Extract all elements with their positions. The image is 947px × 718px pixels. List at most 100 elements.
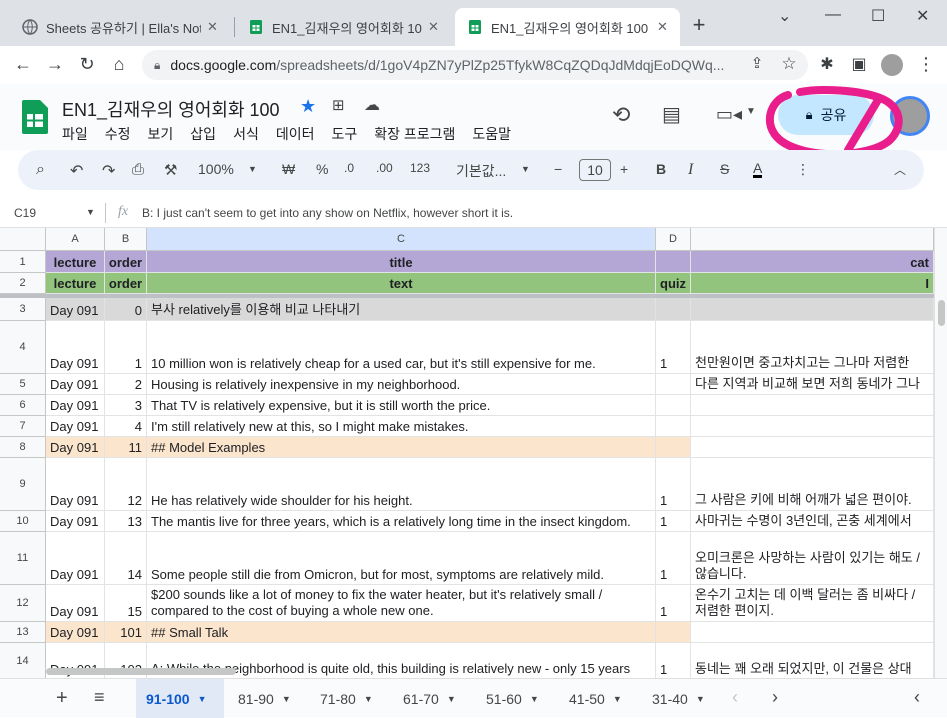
cell[interactable] <box>656 251 691 273</box>
text-color-button[interactable]: A <box>753 161 763 178</box>
cell-c[interactable]: The mantis live for three years, which i… <box>147 511 656 532</box>
scroll-tabs-left-icon[interactable]: ‹ <box>732 687 738 708</box>
maximize-icon[interactable]: ☐ <box>871 6 885 26</box>
italic-button[interactable]: I <box>688 161 693 179</box>
chevron-down-icon[interactable]: ▼ <box>248 164 257 174</box>
cell-reference[interactable]: C19 <box>14 206 36 220</box>
cell-c[interactable]: ## Model Examples <box>147 437 656 458</box>
scroll-tabs-right-icon[interactable]: › <box>772 687 778 708</box>
more-options-icon[interactable]: ⋮ <box>796 161 810 178</box>
bookmark-star-icon[interactable]: ☆ <box>778 54 800 74</box>
cell-c[interactable]: 10 million won is relatively cheap for a… <box>147 321 656 374</box>
profile-avatar-icon[interactable] <box>881 54 903 76</box>
cell-e[interactable] <box>691 395 934 416</box>
row-header[interactable]: 14 <box>0 643 46 678</box>
cell-c[interactable]: Housing is relatively inexpensive in my … <box>147 374 656 395</box>
cell[interactable]: order <box>105 273 147 294</box>
cell[interactable]: cat <box>691 251 934 273</box>
cell-d[interactable]: 1 <box>656 532 691 585</box>
sheets-logo-icon[interactable] <box>22 100 48 134</box>
menu-help[interactable]: 도움말 <box>472 124 511 144</box>
bold-button[interactable]: B <box>656 161 666 177</box>
cell-c[interactable]: He has relatively wide shoulder for his … <box>147 458 656 511</box>
currency-format-button[interactable]: ₩ <box>282 161 295 177</box>
cell-c[interactable]: ## Small Talk <box>147 622 656 643</box>
cell-d[interactable]: 1 <box>656 458 691 511</box>
cell-e[interactable] <box>691 298 934 321</box>
cell-e[interactable]: 오미크론은 사망하는 사람이 있기는 해도 / 않습니다. <box>691 532 934 585</box>
cell-d[interactable] <box>656 395 691 416</box>
browser-tab[interactable]: EN1_김재우의 영어회화 100 ✕ <box>236 8 454 46</box>
cell-e[interactable]: 그 사람은 키에 비해 어깨가 넓은 편이야. <box>691 458 934 511</box>
cell-a[interactable]: Day 091 <box>46 374 105 395</box>
vertical-scrollbar[interactable] <box>934 228 947 678</box>
cell-d[interactable]: 1 <box>656 511 691 532</box>
add-sheet-icon[interactable]: + <box>56 687 68 710</box>
document-title[interactable]: EN1_김재우의 영어회화 100 <box>62 96 280 122</box>
cell[interactable]: lecture <box>46 251 105 273</box>
cell-a[interactable]: Day 091 <box>46 458 105 511</box>
chevron-down-icon[interactable]: ▼ <box>530 694 539 704</box>
cell-b[interactable]: 0 <box>105 298 147 321</box>
cell-d[interactable]: 1 <box>656 643 691 678</box>
column-header-e[interactable] <box>691 228 934 251</box>
cell-e[interactable]: 사마귀는 수명이 3년인데, 곤충 세계에서 <box>691 511 934 532</box>
cloud-icon[interactable]: ☁ <box>364 95 380 115</box>
sheet-tab[interactable]: 81-90 ▼ <box>238 679 291 718</box>
cell-c[interactable]: 부사 relatively를 이용해 비교 나타내기 <box>147 298 656 321</box>
cell-c[interactable]: I'm still relatively new at this, so I m… <box>147 416 656 437</box>
video-icon[interactable]: ▭◂ <box>716 104 742 125</box>
cell-a[interactable]: Day 091 <box>46 532 105 585</box>
forward-icon[interactable]: → <box>44 54 66 75</box>
cell-a[interactable]: Day 091 <box>46 416 105 437</box>
cell-b[interactable]: 15 <box>105 585 147 622</box>
menu-data[interactable]: 데이터 <box>276 124 315 144</box>
column-header-d[interactable]: D <box>656 228 691 251</box>
cell-b[interactable]: 3 <box>105 395 147 416</box>
cell-d[interactable]: 1 <box>656 585 691 622</box>
column-header-c[interactable]: C <box>147 228 656 251</box>
cell[interactable]: order <box>105 251 147 273</box>
row-header[interactable]: 6 <box>0 395 46 416</box>
percent-format-button[interactable]: % <box>316 161 328 177</box>
cell-d[interactable] <box>656 622 691 643</box>
horizontal-scrollbar-thumb[interactable] <box>46 668 236 675</box>
close-window-icon[interactable]: ✕ <box>916 6 929 26</box>
cell-e[interactable] <box>691 437 934 458</box>
chevron-down-icon[interactable]: ▼ <box>521 164 530 174</box>
number-format-button[interactable]: 123 <box>410 161 430 175</box>
zoom-select[interactable]: 100% <box>198 161 234 177</box>
select-all-corner[interactable] <box>0 228 46 251</box>
cell-b[interactable]: 2 <box>105 374 147 395</box>
cell-e[interactable]: 천만원이면 중고차치고는 그나마 저렴한 <box>691 321 934 374</box>
back-icon[interactable]: ← <box>12 54 34 75</box>
decrease-decimal-button[interactable]: .0 <box>344 161 354 175</box>
chevron-down-icon[interactable]: ▼ <box>613 694 622 704</box>
column-header-a[interactable]: A <box>46 228 105 251</box>
sheet-tab[interactable]: 61-70 ▼ <box>403 679 456 718</box>
row-header[interactable]: 13 <box>0 622 46 643</box>
account-avatar[interactable] <box>890 96 930 136</box>
browser-menu-icon[interactable]: ⋮ <box>915 54 937 75</box>
print-icon[interactable]: ⎙ <box>132 161 144 178</box>
cell-e[interactable] <box>691 622 934 643</box>
font-size-increase-button[interactable]: + <box>620 161 628 177</box>
row-header[interactable]: 4 <box>0 321 46 374</box>
browser-tab[interactable]: Sheets 공유하기 | Ella's Note ✕ <box>10 8 232 46</box>
chevron-up-icon[interactable]: ︿ <box>894 161 906 178</box>
cell-e[interactable]: 온수기 고치는 데 이백 달러는 좀 비싸다 / 저렴한 편이지. <box>691 585 934 622</box>
paint-format-icon[interactable]: ⚒ <box>164 161 177 179</box>
browser-tab-active[interactable]: EN1_김재우의 영어회화 100 ✕ <box>455 8 680 46</box>
cell-b[interactable]: 14 <box>105 532 147 585</box>
cell-b[interactable]: 12 <box>105 458 147 511</box>
share-button[interactable]: 🔒︎ 공유 <box>778 95 874 135</box>
row-header[interactable]: 8 <box>0 437 46 458</box>
menu-tools[interactable]: 도구 <box>331 124 357 144</box>
cell-d[interactable] <box>656 437 691 458</box>
cell-c[interactable]: That TV is relatively expensive, but it … <box>147 395 656 416</box>
cell-b[interactable]: 11 <box>105 437 147 458</box>
collapse-panel-icon[interactable]: ‹ <box>914 687 920 708</box>
cell[interactable]: text <box>147 273 656 294</box>
reload-icon[interactable]: ↻ <box>76 54 98 75</box>
cell-b[interactable]: 1 <box>105 321 147 374</box>
